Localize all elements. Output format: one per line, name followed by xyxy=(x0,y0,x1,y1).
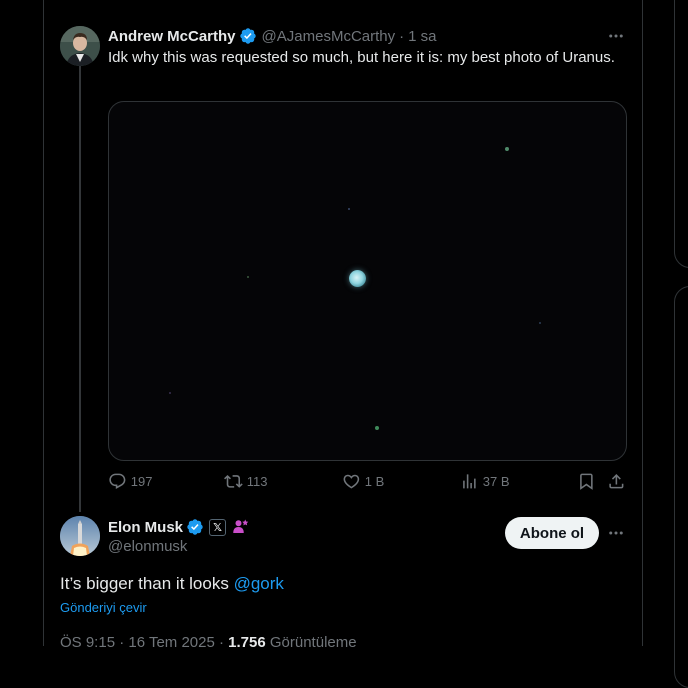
tweet-header: Andrew McCarthy @AJamesMcCarthy · 1 sa xyxy=(108,26,436,46)
thread-connector-line xyxy=(79,66,81,512)
mention-link[interactable]: @gork xyxy=(234,574,284,593)
avatar[interactable] xyxy=(60,516,100,556)
follow-button[interactable]: Abone ol xyxy=(505,517,599,549)
timeline-left-border xyxy=(43,0,44,646)
tweet-actions: 197 113 1 B 37 B xyxy=(108,472,628,494)
star xyxy=(375,426,379,430)
more-options-icon[interactable] xyxy=(606,26,626,46)
translate-link[interactable]: Gönderiyi çevir xyxy=(60,600,147,615)
bookmark-icon xyxy=(580,473,593,490)
author-name[interactable]: Elon Musk xyxy=(108,519,183,536)
sidebar-card-bottom xyxy=(674,286,688,688)
reply-count: 197 xyxy=(130,473,153,489)
more-options-icon[interactable] xyxy=(606,523,626,543)
author-handle[interactable]: @elonmusk xyxy=(108,538,187,555)
star xyxy=(348,208,350,210)
tweet-time[interactable]: 1 sa xyxy=(408,28,436,45)
star xyxy=(539,322,541,324)
view-count: 37 B xyxy=(482,473,510,489)
view-count: 1.756 xyxy=(228,634,266,651)
share-button[interactable] xyxy=(607,472,626,491)
verified-badge-icon xyxy=(187,519,203,535)
reply-text-body: It’s bigger than it looks xyxy=(60,574,234,593)
reply-text: It’s bigger than it looks @gork xyxy=(60,574,284,594)
verified-badge-icon xyxy=(239,28,256,44)
tweet-photo[interactable] xyxy=(108,101,627,461)
x-org-badge-icon[interactable]: 𝕏 xyxy=(209,518,227,536)
star xyxy=(505,147,509,151)
planet-image xyxy=(349,270,366,287)
views-chart-icon xyxy=(463,474,476,489)
like-button[interactable]: 1 B xyxy=(342,472,384,491)
separator-dot: · xyxy=(399,27,405,45)
author-handle[interactable]: @AJamesMcCarthy xyxy=(262,28,396,45)
sidebar-card-top xyxy=(674,0,688,268)
star xyxy=(247,276,249,278)
tweet-timestamp-row: ÖS 9:15 · 16 Tem 2025 · 1.756 Görüntülem… xyxy=(60,634,357,651)
author-name[interactable]: Andrew McCarthy xyxy=(108,28,236,45)
share-icon xyxy=(609,474,624,489)
tweet-timestamp[interactable]: ÖS 9:15 · 16 Tem 2025 · xyxy=(60,634,228,651)
tweet-text: Idk why this was requested so much, but … xyxy=(108,49,615,66)
repost-button[interactable]: 113 xyxy=(224,472,267,491)
reply-icon xyxy=(109,473,126,489)
like-count: 1 B xyxy=(364,473,385,489)
star xyxy=(169,392,171,394)
timeline-right-border xyxy=(642,0,643,646)
views-button[interactable]: 37 B xyxy=(460,472,510,491)
avatar[interactable] xyxy=(60,26,100,66)
repost-icon xyxy=(224,475,243,488)
bookmark-button[interactable] xyxy=(577,472,596,491)
heart-icon xyxy=(343,474,360,489)
reply-header: Elon Musk 𝕏 xyxy=(108,517,249,537)
repost-count: 113 xyxy=(246,473,268,489)
view-label: Görüntüleme xyxy=(265,634,357,651)
reply-button[interactable]: 197 xyxy=(108,472,152,491)
government-affiliation-icon xyxy=(233,519,249,533)
